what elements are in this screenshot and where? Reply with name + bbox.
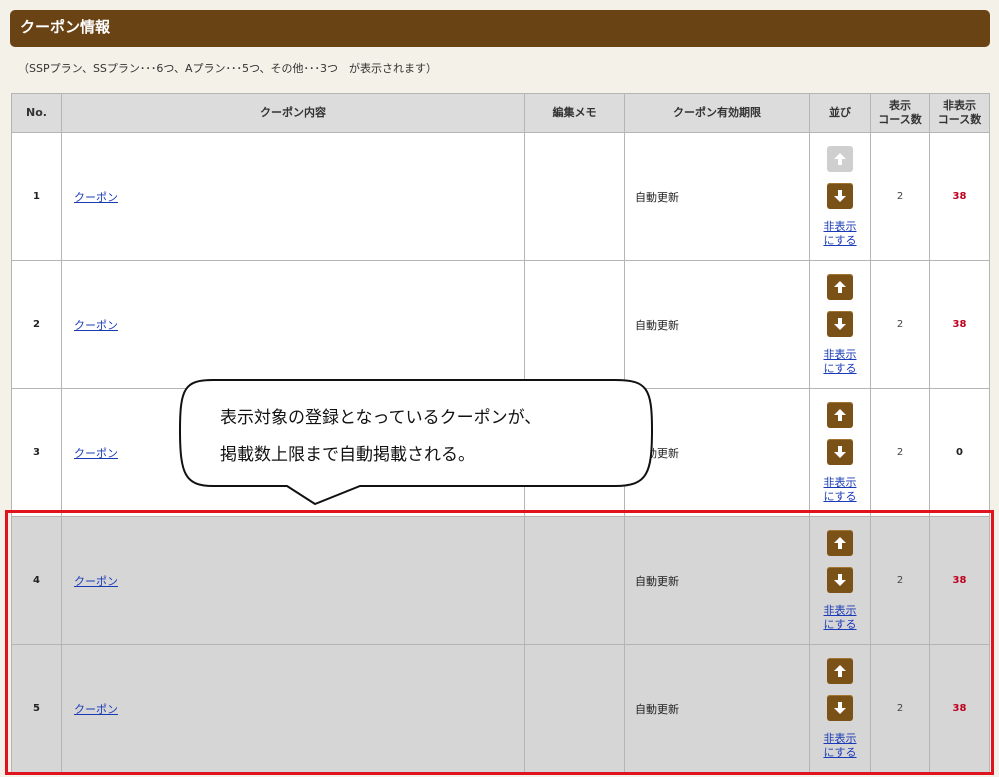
table-header-row: No. クーポン内容 編集メモ クーポン有効期限 並び 表示 コース数 非表示 … xyxy=(11,93,990,133)
row-number: 1 xyxy=(11,132,62,261)
col-header-no: No. xyxy=(11,93,62,133)
coupon-link[interactable]: クーポン xyxy=(74,319,118,332)
coupon-link[interactable]: クーポン xyxy=(74,447,118,460)
coupon-content-cell: クーポン xyxy=(61,260,525,389)
memo-cell xyxy=(524,132,625,261)
col-header-order: 並び xyxy=(809,93,871,133)
col-header-display-count: 表示 コース数 xyxy=(870,93,930,133)
order-cell: 非表示 にする xyxy=(809,388,871,517)
arrow-down-icon xyxy=(834,317,846,330)
coupon-link[interactable]: クーポン xyxy=(74,703,118,716)
hide-link[interactable]: 非表示 にする xyxy=(810,604,870,632)
memo-cell xyxy=(524,260,625,389)
col-header-hidden-count: 非表示 コース数 xyxy=(929,93,990,133)
row-number: 4 xyxy=(11,516,62,645)
arrow-up-icon xyxy=(834,664,846,677)
table-row: 2 クーポン 自動更新 非表示 にする 2 38 xyxy=(11,260,990,389)
move-down-button[interactable] xyxy=(827,694,853,721)
move-down-button[interactable] xyxy=(827,310,853,337)
coupon-content-cell: クーポン xyxy=(61,516,525,645)
move-up-button[interactable] xyxy=(827,401,853,428)
coupon-content-cell: クーポン xyxy=(61,132,525,261)
hidden-count-cell: 38 xyxy=(929,516,990,645)
hidden-count-cell: 38 xyxy=(929,260,990,389)
table-row: 1 クーポン 自動更新 非表示 にする 2 38 xyxy=(11,132,990,261)
col-header-expiry: クーポン有効期限 xyxy=(624,93,810,133)
callout-line-2: 掲載数上限まで自動掲載される。 xyxy=(220,445,475,465)
move-up-button[interactable] xyxy=(827,273,853,300)
coupon-link[interactable]: クーポン xyxy=(74,191,118,204)
coupon-content-cell: クーポン xyxy=(61,644,525,773)
arrow-up-icon xyxy=(834,536,846,549)
arrow-down-icon xyxy=(834,701,846,714)
table-row: 4 クーポン 自動更新 非表示 にする 2 38 xyxy=(11,516,990,645)
coupon-link[interactable]: クーポン xyxy=(74,575,118,588)
move-down-button[interactable] xyxy=(827,438,853,465)
section-header: クーポン情報 xyxy=(10,10,990,47)
arrow-down-icon xyxy=(834,445,846,458)
hide-link[interactable]: 非表示 にする xyxy=(810,220,870,248)
move-down-button[interactable] xyxy=(827,566,853,593)
order-cell: 非表示 にする xyxy=(809,260,871,389)
display-count-cell: 2 xyxy=(870,644,930,773)
callout-line-1: 表示対象の登録となっているクーポンが、 xyxy=(220,408,542,428)
col-header-coupon: クーポン内容 xyxy=(61,93,525,133)
move-up-button[interactable] xyxy=(827,529,853,556)
memo-cell xyxy=(524,644,625,773)
table-row: 5 クーポン 自動更新 非表示 にする 2 38 xyxy=(11,644,990,773)
move-down-button[interactable] xyxy=(827,182,853,209)
order-cell: 非表示 にする xyxy=(809,132,871,261)
hide-link[interactable]: 非表示 にする xyxy=(810,476,870,504)
memo-cell xyxy=(524,516,625,645)
order-cell: 非表示 にする xyxy=(809,516,871,645)
display-note: （SSPプラン、SSプラン･･･6つ、Aプラン･･･5つ、その他･･･3つ が表… xyxy=(18,62,438,75)
hidden-count-cell: 38 xyxy=(929,644,990,773)
move-up-button xyxy=(827,145,853,172)
section-title: クーポン情報 xyxy=(20,18,111,36)
callout-text: 表示対象の登録となっているクーポンが、 掲載数上限まで自動掲載される。 xyxy=(220,400,541,474)
display-count-cell: 2 xyxy=(870,132,930,261)
expiry-cell: 自動更新 xyxy=(624,260,810,389)
expiry-cell: 自動更新 xyxy=(624,644,810,773)
arrow-down-icon xyxy=(834,189,846,202)
row-number: 3 xyxy=(11,388,62,517)
row-number: 2 xyxy=(11,260,62,389)
row-number: 5 xyxy=(11,644,62,773)
expiry-cell: 自動更新 xyxy=(624,132,810,261)
hidden-count-cell: 0 xyxy=(929,388,990,517)
move-up-button[interactable] xyxy=(827,657,853,684)
hide-link[interactable]: 非表示 にする xyxy=(810,348,870,376)
display-count-cell: 2 xyxy=(870,260,930,389)
col-header-memo: 編集メモ xyxy=(524,93,625,133)
arrow-down-icon xyxy=(834,573,846,586)
hide-link[interactable]: 非表示 にする xyxy=(810,732,870,760)
expiry-cell: 自動更新 xyxy=(624,516,810,645)
arrow-up-icon xyxy=(834,408,846,421)
arrow-up-icon xyxy=(834,280,846,293)
display-count-cell: 2 xyxy=(870,388,930,517)
display-count-cell: 2 xyxy=(870,516,930,645)
arrow-up-icon xyxy=(834,152,846,165)
hidden-count-cell: 38 xyxy=(929,132,990,261)
order-cell: 非表示 にする xyxy=(809,644,871,773)
